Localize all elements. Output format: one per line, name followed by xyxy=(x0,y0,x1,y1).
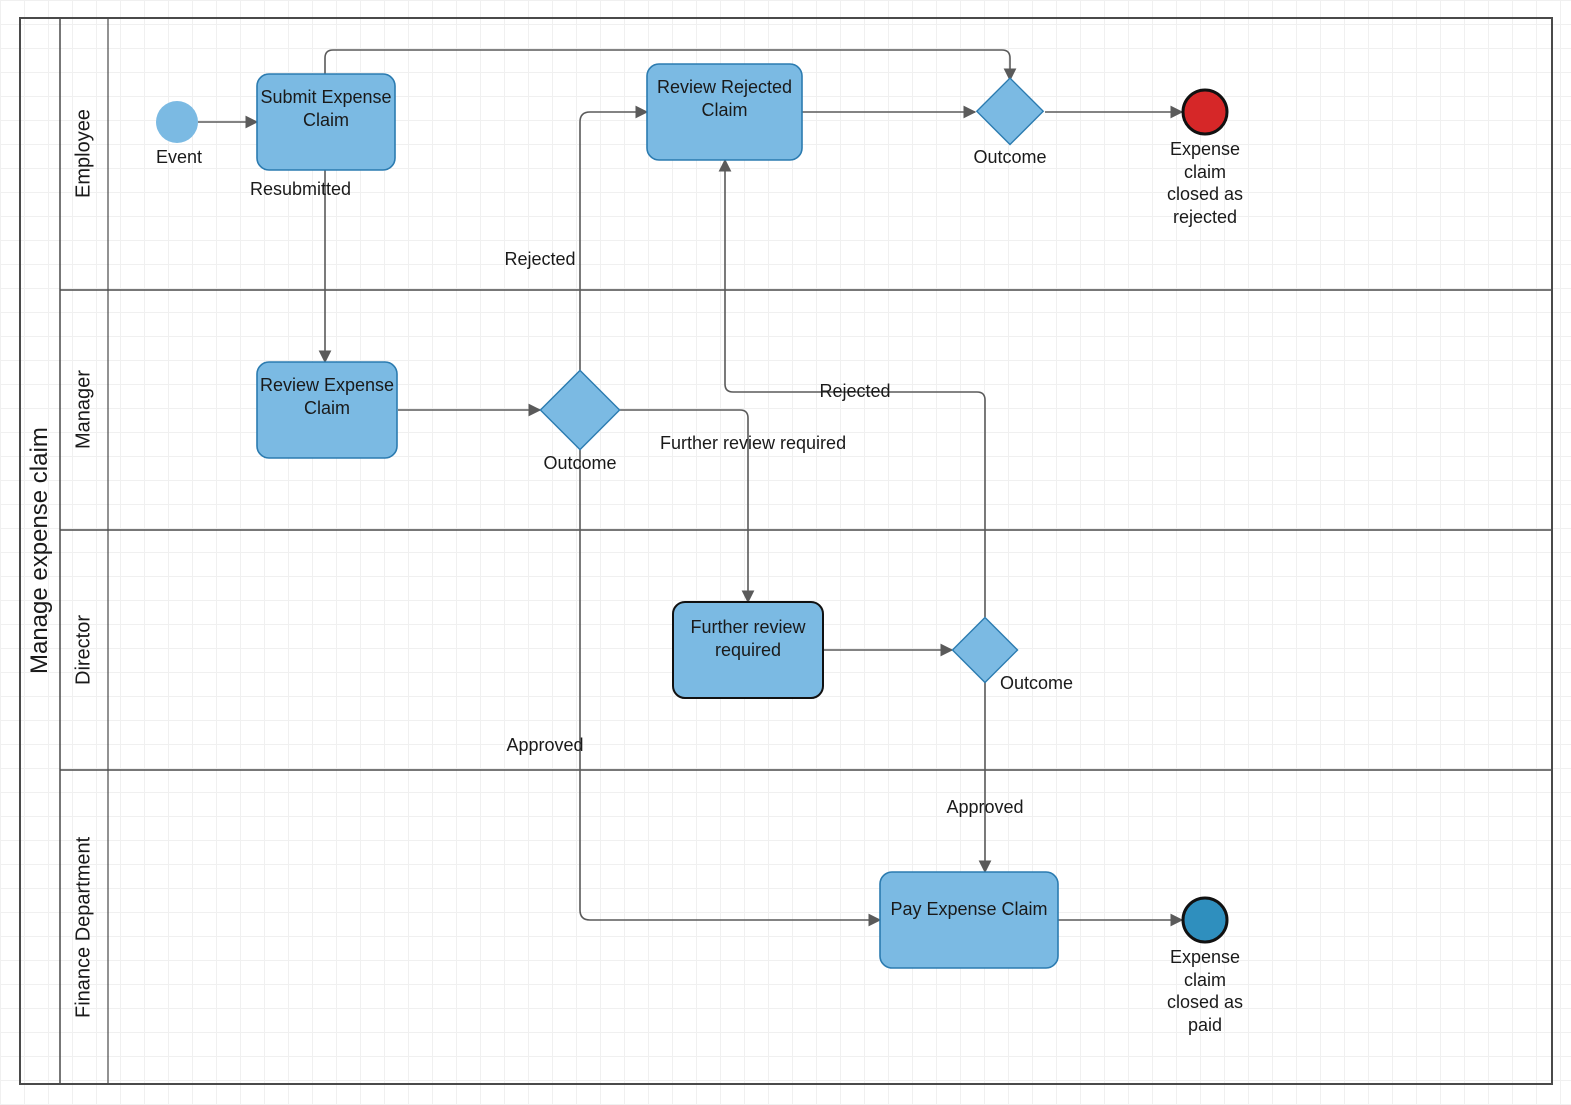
task-submit-label: Submit Expense Claim xyxy=(257,86,395,131)
edge-label-rejected-mgr: Rejected xyxy=(490,248,590,271)
gateway-manager-outcome[interactable] xyxy=(540,370,619,449)
edge-label-rejected-dir: Rejected xyxy=(800,380,910,403)
gateway-employee-outcome[interactable] xyxy=(977,78,1043,144)
edge-label-approved-dir: Approved xyxy=(920,796,1050,819)
start-event-label: Event xyxy=(140,146,218,169)
diagram-svg xyxy=(0,0,1571,1105)
lane-title-manager: Manager xyxy=(60,290,108,530)
start-event[interactable] xyxy=(156,101,198,143)
edge-label-resubmitted: Resubmitted xyxy=(250,178,400,201)
edge-label-approved-mgr: Approved xyxy=(490,734,600,757)
task-further-review-label: Further review required xyxy=(673,616,823,661)
task-pay-label: Pay Expense Claim xyxy=(880,898,1058,921)
gateway-employee-label: Outcome xyxy=(960,146,1060,169)
task-review-rejected-label: Review Rejected Claim xyxy=(647,76,802,121)
end-event-rejected[interactable] xyxy=(1183,90,1227,134)
pool-title: Manage expense claim xyxy=(20,18,60,1084)
gateway-director-label: Outcome xyxy=(1000,672,1100,695)
edge-label-further: Further review required xyxy=(660,432,900,455)
edge-outcome1-rejected xyxy=(580,112,647,370)
task-review-expense-label: Review Expense Claim xyxy=(257,374,397,419)
end-rejected-label: Expense claim closed as rejected xyxy=(1160,138,1250,228)
gateway-manager-label: Outcome xyxy=(530,452,630,475)
end-event-paid[interactable] xyxy=(1183,898,1227,942)
end-paid-label: Expense claim closed as paid xyxy=(1160,946,1250,1036)
lane-title-director: Director xyxy=(60,530,108,770)
lane-title-finance: Finance Department xyxy=(60,770,108,1084)
lane-title-employee: Employee xyxy=(60,18,108,290)
